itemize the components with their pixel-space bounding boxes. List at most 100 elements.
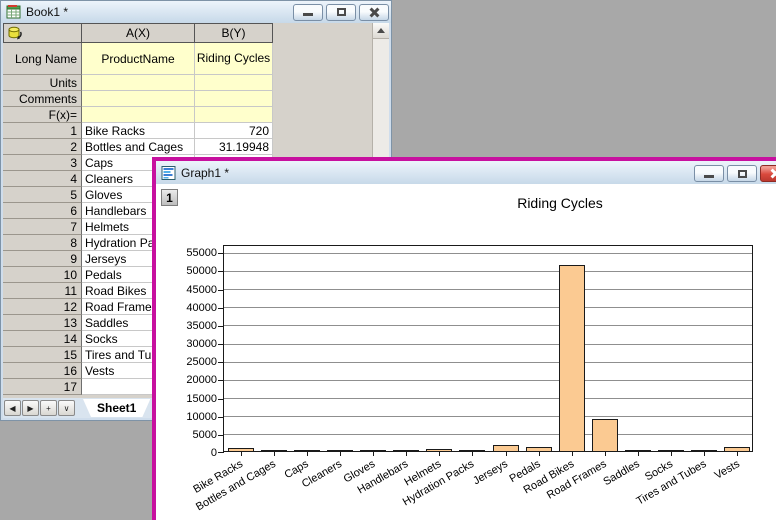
bar[interactable] xyxy=(293,450,320,451)
row-label-fx[interactable]: F(x)= xyxy=(3,107,82,123)
row-number-cell[interactable]: 7 xyxy=(3,219,82,235)
close-button[interactable] xyxy=(359,3,389,21)
bar[interactable] xyxy=(724,447,751,451)
workbook-icon xyxy=(6,4,21,19)
row-number-cell[interactable]: 17 xyxy=(3,379,82,395)
x-tick-mark xyxy=(571,452,573,456)
y-tick-label: 15000 xyxy=(186,392,217,405)
row-number-cell[interactable]: 12 xyxy=(3,299,82,315)
chart-title: Riding Cycles xyxy=(517,195,603,211)
bar[interactable] xyxy=(260,450,287,451)
row-number-cell[interactable]: 9 xyxy=(3,251,82,267)
column-header-a[interactable]: A(X) xyxy=(82,23,195,43)
restore-icon xyxy=(737,169,747,178)
bar[interactable] xyxy=(591,419,618,451)
value-cell[interactable]: 720 xyxy=(195,123,273,139)
chevron-up-icon xyxy=(377,28,385,33)
scroll-sheets-left-button[interactable]: ◀ xyxy=(4,400,21,416)
bar[interactable] xyxy=(625,450,652,451)
x-tick-label-text: Jerseys xyxy=(470,458,510,488)
units-cell-b[interactable] xyxy=(195,75,273,91)
layer-1-button[interactable]: 1 xyxy=(161,189,178,206)
bar[interactable] xyxy=(227,448,254,451)
gridline xyxy=(224,325,752,327)
graph-close-button[interactable] xyxy=(760,165,776,182)
scroll-up-button[interactable] xyxy=(373,23,389,39)
long-name-cell-a[interactable]: ProductName xyxy=(82,43,195,75)
scroll-sheets-right-button[interactable]: ▶ xyxy=(22,400,39,416)
row-label-long-name[interactable]: Long Name xyxy=(3,43,82,75)
row-number-cell[interactable]: 13 xyxy=(3,315,82,331)
row-number-cell[interactable]: 2 xyxy=(3,139,82,155)
sheet-tab-sheet1[interactable]: Sheet1 xyxy=(83,399,150,417)
x-tick-mark xyxy=(604,452,606,456)
row-number-cell[interactable]: 3 xyxy=(3,155,82,171)
comments-cell-b[interactable] xyxy=(195,91,273,107)
row-number-cell[interactable]: 16 xyxy=(3,363,82,379)
minimize-button[interactable] xyxy=(293,3,323,21)
row-number-cell[interactable]: 10 xyxy=(3,267,82,283)
long-name-cell-b[interactable]: Riding Cycles xyxy=(195,43,273,75)
row-label-comments[interactable]: Comments xyxy=(3,91,82,107)
product-name-cell[interactable]: Bottles and Cages xyxy=(82,139,195,155)
gridline xyxy=(224,416,752,418)
graph-minimize-button[interactable] xyxy=(694,165,724,182)
x-tick-mark xyxy=(538,452,540,456)
sheet-list-button[interactable]: ∨ xyxy=(58,400,75,416)
units-cell-a[interactable] xyxy=(82,75,195,91)
row-number-cell[interactable]: 1 xyxy=(3,123,82,139)
product-name-cell[interactable]: Bike Racks xyxy=(82,123,195,139)
row-number-cell[interactable]: 11 xyxy=(3,283,82,299)
minimize-icon xyxy=(704,174,714,178)
row-number-cell[interactable]: 14 xyxy=(3,331,82,347)
graph1-window[interactable]: Graph1 * 1 Riding Cycles 0 5000 10000 15000… xyxy=(152,157,776,520)
gridline xyxy=(224,289,752,291)
y-tick-mark xyxy=(218,416,224,418)
sheet-nav-buttons: ◀ ▶ + ∨ xyxy=(4,400,76,416)
row-number-cell[interactable]: 4 xyxy=(3,171,82,187)
y-tick-mark xyxy=(218,325,224,327)
bar[interactable] xyxy=(658,450,685,451)
x-tick-mark xyxy=(704,452,706,456)
comments-cell-a[interactable] xyxy=(82,91,195,107)
bar[interactable] xyxy=(558,265,585,451)
plot-area[interactable]: 0 5000 10000 15000 20000 25000 30000 35000 40000… xyxy=(186,245,753,513)
restore-icon xyxy=(336,8,346,16)
bar[interactable] xyxy=(691,450,718,451)
graph1-titlebar[interactable]: Graph1 * xyxy=(156,161,776,184)
y-tick-label: 30000 xyxy=(186,338,217,351)
row-number-cell[interactable]: 8 xyxy=(3,235,82,251)
database-connection-icon xyxy=(7,26,22,40)
y-tick-label: 5000 xyxy=(192,428,217,441)
graph1-title: Graph1 * xyxy=(181,165,230,180)
bar[interactable] xyxy=(492,445,519,451)
y-tick-label: 20000 xyxy=(186,374,217,387)
row-number-cell[interactable]: 15 xyxy=(3,347,82,363)
bar[interactable] xyxy=(459,449,486,451)
restore-button[interactable] xyxy=(326,3,356,21)
book1-title: Book1 * xyxy=(26,5,69,19)
book1-titlebar[interactable]: Book1 * xyxy=(1,1,391,23)
x-tick-mark xyxy=(439,452,441,456)
graph-page[interactable]: 1 Riding Cycles 0 5000 10000 15000 20000 2500… xyxy=(156,184,776,520)
bar[interactable] xyxy=(326,450,353,451)
value-cell[interactable]: 31.19948 xyxy=(195,139,273,155)
origin-cell[interactable] xyxy=(3,23,82,43)
y-tick-label: 55000 xyxy=(186,247,217,260)
add-sheet-button[interactable]: + xyxy=(40,400,57,416)
y-tick-label: 25000 xyxy=(186,356,217,369)
bar[interactable] xyxy=(525,447,552,451)
fx-cell-b[interactable] xyxy=(195,107,273,123)
x-tick-mark xyxy=(638,452,640,456)
bar[interactable] xyxy=(393,450,420,451)
column-header-b[interactable]: B(Y) xyxy=(195,23,273,43)
row-number-cell[interactable]: 5 xyxy=(3,187,82,203)
bar[interactable] xyxy=(426,448,453,451)
row-label-units[interactable]: Units xyxy=(3,75,82,91)
bar[interactable] xyxy=(360,449,387,451)
row-number-cell[interactable]: 6 xyxy=(3,203,82,219)
graph-restore-button[interactable] xyxy=(727,165,757,182)
gridline xyxy=(224,379,752,381)
fx-cell-a[interactable] xyxy=(82,107,195,123)
y-tick-label: 35000 xyxy=(186,319,217,332)
